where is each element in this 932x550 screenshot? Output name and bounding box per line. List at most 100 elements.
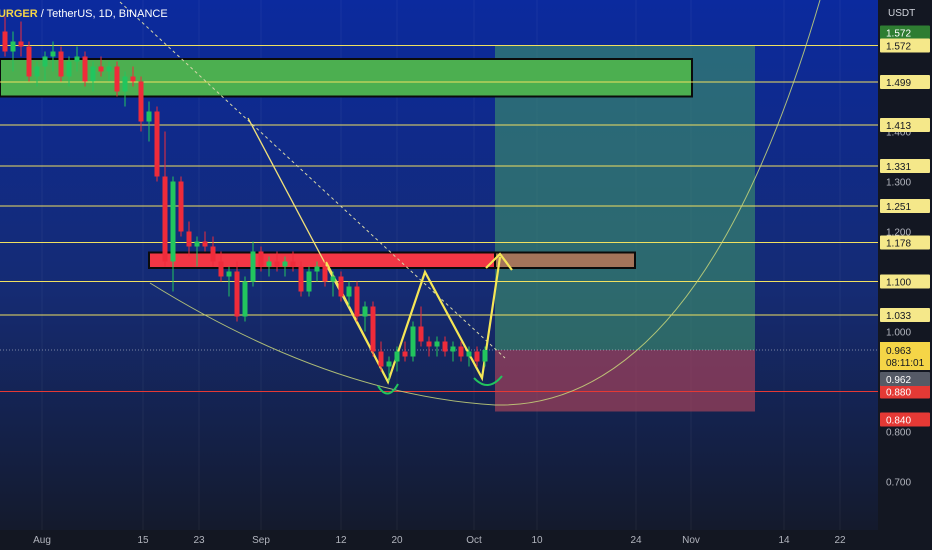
candle-body-24 xyxy=(194,241,200,247)
candle-body-33 xyxy=(266,261,272,267)
candle-body-8 xyxy=(66,61,72,77)
current-price-value: 0.963 xyxy=(886,346,911,357)
candle-body-40 xyxy=(322,266,328,282)
candle-body-41 xyxy=(330,276,336,282)
candle-body-49 xyxy=(394,351,400,362)
candle-body-44 xyxy=(354,286,360,317)
candle-body-38 xyxy=(306,271,312,292)
candle-body-52 xyxy=(418,326,424,342)
candle-body-13 xyxy=(106,66,112,72)
supply-zone[interactable] xyxy=(0,58,693,98)
candle-body-30 xyxy=(242,281,248,317)
y-tick-label-3: 1.000 xyxy=(886,328,911,339)
candle-body-37 xyxy=(298,266,304,292)
x-tick-label-3: Sep xyxy=(252,535,270,546)
candle-body-2 xyxy=(18,41,24,47)
time-axis[interactable] xyxy=(0,530,878,550)
candle-body-27 xyxy=(218,261,224,277)
x-tick-label-11: 22 xyxy=(834,535,846,546)
resistance-zone-extension[interactable] xyxy=(494,251,636,269)
candle-body-18 xyxy=(146,111,152,122)
y-tick-label-4: 0.800 xyxy=(886,428,911,439)
resistance-zone[interactable] xyxy=(148,251,496,269)
level-badge-1: 1.499 xyxy=(886,78,911,89)
candle-body-29 xyxy=(234,271,240,317)
candle-body-50 xyxy=(402,351,408,357)
candle-body-9 xyxy=(74,56,80,62)
x-tick-label-6: Oct xyxy=(466,535,482,546)
level-badge-2: 1.413 xyxy=(886,121,911,132)
x-tick-label-10: 14 xyxy=(778,535,790,546)
candle-body-58 xyxy=(466,351,472,357)
x-tick-label-0: Aug xyxy=(33,535,51,546)
candle-body-19 xyxy=(154,111,160,177)
x-tick-label-5: 20 xyxy=(391,535,403,546)
candle-body-26 xyxy=(210,246,216,262)
candle-body-6 xyxy=(50,51,56,57)
price-chart[interactable]: 1.4001.3001.2001.0000.8000.700 Aug 15 23 Se… xyxy=(0,0,932,550)
candle-body-7 xyxy=(58,51,64,77)
bid-price-badge: 0.962 xyxy=(886,375,911,386)
candle-body-54 xyxy=(434,341,440,347)
candle-body-5 xyxy=(42,56,48,67)
candle-body-51 xyxy=(410,326,416,357)
currency-label: USDT xyxy=(888,8,915,19)
candle-body-12 xyxy=(98,66,104,72)
level-badge-8: 0.880 xyxy=(886,388,911,399)
candle-body-31 xyxy=(250,251,256,282)
candle-body-56 xyxy=(450,346,456,352)
candle-body-57 xyxy=(458,346,464,357)
symbol-title[interactable]: BURGER / TetherUS, 1D, BINANCE xyxy=(0,8,168,20)
candle-body-39 xyxy=(314,266,320,272)
candle-body-10 xyxy=(82,56,88,82)
candle-body-28 xyxy=(226,271,232,277)
candle-body-48 xyxy=(386,361,392,367)
x-tick-label-9: Nov xyxy=(682,535,700,546)
candle-body-60 xyxy=(482,350,488,362)
candle-body-35 xyxy=(282,261,288,267)
pair-info: / TetherUS, 1D, BINANCE xyxy=(37,8,168,20)
level-badge-5: 1.178 xyxy=(886,239,911,250)
level-badge-3: 1.331 xyxy=(886,162,911,173)
candle-body-3 xyxy=(26,46,32,77)
candle-body-25 xyxy=(202,241,208,247)
candle-body-15 xyxy=(122,76,128,92)
candle-body-55 xyxy=(442,341,448,352)
candle-body-20 xyxy=(162,176,168,262)
candle-body-14 xyxy=(114,66,120,92)
top-price-badge: 1.572 xyxy=(886,29,911,40)
x-tick-label-7: 10 xyxy=(531,535,543,546)
candle-body-21 xyxy=(170,181,176,262)
countdown-timer: 08:11:01 xyxy=(886,358,925,369)
candle-body-34 xyxy=(274,261,280,267)
candle-body-23 xyxy=(186,231,192,247)
x-tick-label-8: 24 xyxy=(630,535,642,546)
candle-body-4 xyxy=(34,66,40,77)
symbol-name: BURGER xyxy=(0,8,38,20)
y-tick-label-1: 1.300 xyxy=(886,178,911,189)
level-badge-4: 1.251 xyxy=(886,202,911,213)
y-tick-label-5: 0.700 xyxy=(886,478,911,489)
candle-body-45 xyxy=(362,306,368,317)
long-position-tool[interactable] xyxy=(495,45,755,412)
candle-body-16 xyxy=(130,76,136,82)
level-badge-6: 1.100 xyxy=(886,278,911,289)
x-tick-label-2: 23 xyxy=(193,535,205,546)
candle-body-46 xyxy=(370,306,376,352)
candle-body-32 xyxy=(258,251,264,267)
candle-body-43 xyxy=(346,286,352,297)
candle-body-22 xyxy=(178,181,184,232)
x-tick-label-1: 15 xyxy=(137,535,149,546)
x-tick-label-4: 12 xyxy=(335,535,347,546)
stop-price-badge: 0.840 xyxy=(886,416,911,427)
candle-body-1 xyxy=(10,41,16,52)
level-badge-0: 1.572 xyxy=(886,42,911,53)
candle-body-59 xyxy=(474,351,480,362)
candle-body-36 xyxy=(290,261,296,267)
candle-body-11 xyxy=(90,66,96,82)
candle-body-0 xyxy=(2,31,8,52)
candle-body-42 xyxy=(338,276,344,297)
candle-body-17 xyxy=(138,81,144,122)
candle-body-47 xyxy=(378,351,384,367)
candle-body-53 xyxy=(426,341,432,347)
